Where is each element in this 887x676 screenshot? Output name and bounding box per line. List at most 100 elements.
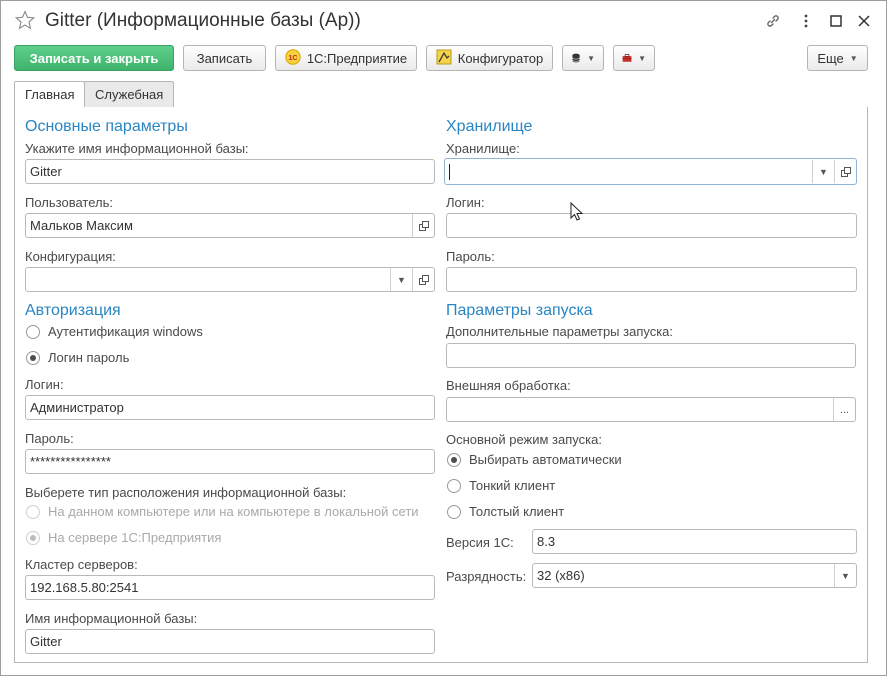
chevron-down-icon[interactable]: ▼ bbox=[390, 268, 412, 291]
radio-circle bbox=[26, 350, 40, 365]
user-value: Мальков Максим bbox=[30, 218, 133, 233]
storage-password-label: Пароль: bbox=[446, 249, 495, 264]
ib-name2-label: Имя информационной базы: bbox=[25, 611, 198, 626]
config-field[interactable]: ▼ bbox=[25, 267, 435, 292]
storage-label: Хранилище: bbox=[446, 141, 520, 156]
svg-text:1С: 1С bbox=[288, 55, 297, 62]
storage-title: Хранилище bbox=[446, 118, 533, 135]
save-button[interactable]: Записать bbox=[183, 45, 266, 71]
radio-circle bbox=[447, 504, 461, 519]
password-label: Пароль: bbox=[25, 431, 74, 446]
radio-location-server-label: На сервере 1С:Предприятия bbox=[48, 530, 222, 545]
favorite-star-icon[interactable] bbox=[15, 10, 35, 30]
tab-main[interactable]: Главная bbox=[14, 81, 86, 108]
chevron-down-icon[interactable]: ▼ bbox=[812, 160, 834, 183]
basic-params-title: Основные параметры bbox=[25, 118, 188, 135]
auth-title: Авторизация bbox=[25, 302, 121, 319]
enterprise-button[interactable]: 1С 1С:Предприятие bbox=[275, 45, 417, 71]
radio-location-server[interactable]: На сервере 1С:Предприятия bbox=[26, 530, 221, 545]
ib-name-label: Укажите имя информационной базы: bbox=[25, 141, 249, 156]
open-icon[interactable] bbox=[834, 160, 856, 183]
maximize-icon[interactable] bbox=[826, 11, 846, 31]
open-icon[interactable] bbox=[412, 214, 434, 237]
cluster-label: Кластер серверов: bbox=[25, 557, 138, 572]
chevron-down-icon[interactable]: ▼ bbox=[834, 564, 856, 587]
password-field[interactable]: **************** bbox=[25, 449, 435, 474]
tab-service[interactable]: Служебная bbox=[84, 81, 175, 108]
ib-name-value: Gitter bbox=[30, 164, 62, 179]
version-label: Версия 1С: bbox=[446, 535, 514, 550]
title-bar: Gitter (Информационные базы (Ap)) bbox=[1, 1, 886, 41]
more-button[interactable]: Еще ▼ bbox=[807, 45, 868, 71]
radio-mode-thick[interactable]: Толстый клиент bbox=[447, 504, 564, 519]
tools-menu-button[interactable]: ▼ bbox=[613, 45, 655, 71]
radio-circle bbox=[447, 478, 461, 493]
chevron-down-icon: ▼ bbox=[587, 53, 595, 63]
version-field[interactable]: 8.3 bbox=[532, 529, 857, 554]
radio-auth-login-label: Логин пароль bbox=[48, 350, 130, 365]
launch-params-title: Параметры запуска bbox=[446, 302, 593, 319]
bitness-value: 32 (x86) bbox=[537, 568, 585, 583]
ib-name2-field[interactable]: Gitter bbox=[25, 629, 435, 654]
enterprise-label: 1С:Предприятие bbox=[306, 50, 408, 66]
bitness-label: Разрядность: bbox=[446, 569, 527, 584]
browse-button[interactable]: ... bbox=[833, 398, 855, 421]
window-title: Gitter (Информационные базы (Ap)) bbox=[45, 10, 361, 31]
user-field[interactable]: Мальков Максим bbox=[25, 213, 435, 238]
mouse-pointer-icon bbox=[570, 202, 584, 221]
close-icon[interactable] bbox=[854, 11, 874, 31]
radio-auth-login[interactable]: Логин пароль bbox=[26, 350, 129, 365]
ext-processing-label: Внешняя обработка: bbox=[446, 378, 571, 393]
login-label: Логин: bbox=[25, 377, 64, 392]
mode-label: Основной режим запуска: bbox=[446, 432, 602, 447]
password-value: **************** bbox=[30, 454, 111, 469]
database-icon bbox=[572, 53, 580, 63]
toolbox-icon bbox=[622, 54, 632, 62]
extra-params-field[interactable] bbox=[446, 343, 856, 368]
text-caret bbox=[449, 163, 450, 180]
radio-auth-windows[interactable]: Аутентификация windows bbox=[26, 324, 203, 339]
storage-password-field[interactable] bbox=[446, 267, 857, 292]
radio-circle bbox=[447, 452, 461, 467]
ext-processing-field[interactable]: ... bbox=[446, 397, 856, 422]
storage-login-field[interactable] bbox=[446, 213, 857, 238]
user-label: Пользователь: bbox=[25, 195, 113, 210]
radio-circle bbox=[26, 324, 40, 339]
bitness-select[interactable]: 32 (x86) ▼ bbox=[532, 563, 857, 588]
form-window: Gitter (Информационные базы (Ap)) Записа… bbox=[0, 0, 887, 676]
database-menu-button[interactable]: ▼ bbox=[562, 45, 604, 71]
configurator-button[interactable]: Конфигуратор bbox=[426, 45, 553, 71]
tab-service-label: Служебная bbox=[95, 87, 164, 102]
cluster-value: 192.168.5.80:2541 bbox=[30, 580, 139, 595]
version-value: 8.3 bbox=[537, 534, 556, 549]
more-vert-icon[interactable] bbox=[796, 11, 816, 31]
login-value: Администратор bbox=[30, 400, 124, 415]
open-icon[interactable] bbox=[412, 268, 434, 291]
login-field[interactable]: Администратор bbox=[25, 395, 435, 420]
radio-mode-thick-label: Толстый клиент bbox=[469, 504, 565, 519]
save-and-close-button[interactable]: Записать и закрыть bbox=[14, 45, 174, 71]
chevron-down-icon: ▼ bbox=[638, 53, 646, 63]
radio-circle bbox=[26, 530, 40, 545]
save-and-close-label: Записать и закрыть bbox=[29, 50, 159, 66]
more-label: Еще bbox=[817, 50, 844, 66]
ib-name-field[interactable]: Gitter bbox=[25, 159, 435, 184]
tab-main-label: Главная bbox=[25, 87, 75, 102]
configurator-icon bbox=[436, 49, 452, 68]
link-icon[interactable] bbox=[763, 11, 783, 31]
radio-mode-auto[interactable]: Выбирать автоматически bbox=[447, 452, 622, 467]
location-label: Выберете тип расположения информационной… bbox=[25, 485, 347, 500]
cluster-field[interactable]: 192.168.5.80:2541 bbox=[25, 575, 435, 600]
storage-field[interactable]: ▼ bbox=[444, 158, 857, 185]
storage-login-label: Логин: bbox=[446, 195, 485, 210]
save-label: Записать bbox=[196, 50, 253, 66]
config-label: Конфигурация: bbox=[25, 249, 116, 264]
ib-name2-value: Gitter bbox=[30, 634, 62, 649]
radio-mode-thin-label: Тонкий клиент bbox=[469, 478, 556, 493]
radio-auth-windows-label: Аутентификация windows bbox=[48, 324, 203, 339]
radio-location-local[interactable]: На данном компьютере или на компьютере в… bbox=[26, 504, 419, 519]
chevron-down-icon: ▼ bbox=[849, 53, 858, 63]
radio-mode-auto-label: Выбирать автоматически bbox=[469, 452, 622, 467]
radio-mode-thin[interactable]: Тонкий клиент bbox=[447, 478, 555, 493]
radio-location-local-label: На данном компьютере или на компьютере в… bbox=[48, 504, 419, 519]
